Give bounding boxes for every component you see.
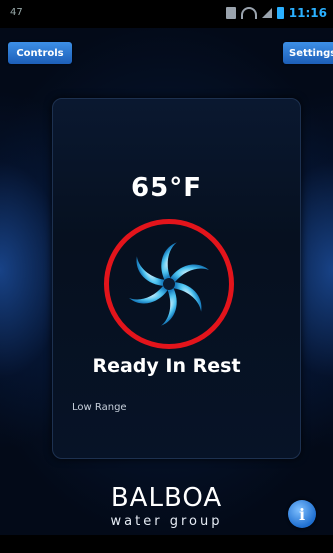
status-left-indicator: 47 (10, 7, 23, 18)
spa-screen: 47 11:16 Controls Settings 65°F Ready In… (0, 0, 333, 553)
brand-logo: BALBOA (110, 483, 223, 513)
highlight-ring (104, 219, 234, 349)
heater-status: Ready In Rest (92, 355, 241, 377)
settings-button[interactable]: Settings (283, 42, 333, 64)
status-icons: 11:16 (225, 6, 327, 20)
controls-button[interactable]: Controls (8, 42, 72, 64)
brand-subtitle: water group (110, 514, 223, 529)
temperature-readout: 65°F (131, 173, 202, 203)
signal-icon (261, 8, 272, 18)
info-icon[interactable]: i (288, 500, 316, 528)
battery-icon (276, 7, 284, 19)
temperature-range[interactable]: Low Range (72, 402, 127, 413)
bottom-bar (0, 535, 333, 553)
sim-icon (225, 7, 236, 19)
clock: 11:16 (288, 6, 327, 20)
wifi-icon (240, 7, 257, 19)
status-bar: 47 11:16 (0, 0, 333, 28)
